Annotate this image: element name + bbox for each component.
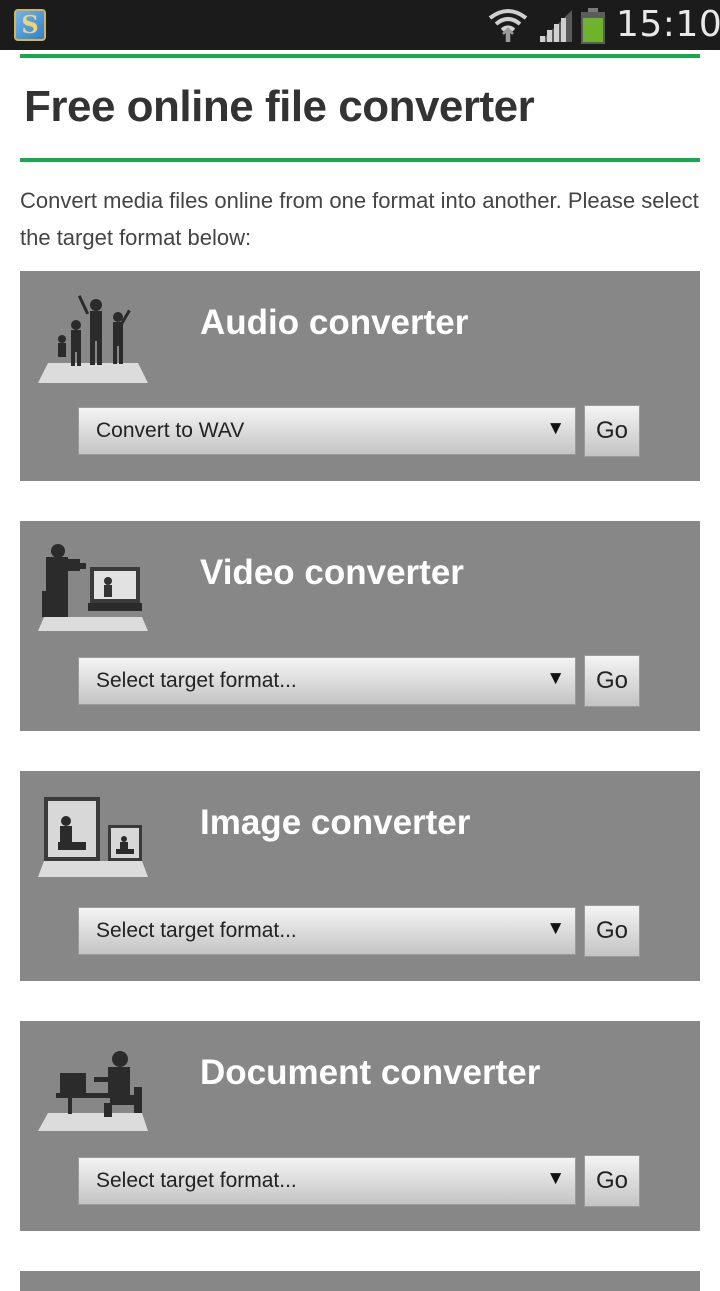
picture-frame-icon xyxy=(38,797,148,877)
status-clock: 15:10 xyxy=(616,4,720,45)
image-format-selected: Select target format... xyxy=(96,919,297,942)
video-converter-card: Video converter Select target format... … xyxy=(20,521,700,731)
image-go-button[interactable]: Go xyxy=(584,905,640,957)
dancers-icon xyxy=(38,295,148,383)
dropdown-arrow-icon: ▼ xyxy=(546,918,565,939)
header-top-rule xyxy=(20,54,700,58)
image-converter-card: Image converter Select target format... … xyxy=(20,771,700,981)
audio-format-select[interactable]: Convert to WAV ▼ xyxy=(78,407,576,455)
document-converter-card: Document converter Select target format.… xyxy=(20,1021,700,1231)
document-go-button[interactable]: Go xyxy=(584,1155,640,1207)
next-converter-card-partial xyxy=(20,1271,700,1291)
intro-text: Convert media files online from one form… xyxy=(20,188,699,250)
video-format-selected: Select target format... xyxy=(96,669,297,692)
wifi-icon xyxy=(488,9,528,42)
status-bar: S 15:10 xyxy=(0,0,720,50)
header-bottom-rule xyxy=(20,158,700,162)
video-format-select[interactable]: Select target format... ▼ xyxy=(78,657,576,705)
dropdown-arrow-icon: ▼ xyxy=(546,418,565,439)
document-converter-title: Document converter xyxy=(200,1053,541,1092)
app-notification-icon: S xyxy=(14,9,46,41)
page-title: Free online file converter xyxy=(24,82,535,131)
audio-converter-card: Audio converter Convert to WAV ▼ Go xyxy=(20,271,700,481)
dropdown-arrow-icon: ▼ xyxy=(546,1168,565,1189)
image-converter-title: Image converter xyxy=(200,803,471,842)
battery-icon xyxy=(581,8,605,44)
video-go-button[interactable]: Go xyxy=(584,655,640,707)
audio-go-button[interactable]: Go xyxy=(584,405,640,457)
document-format-selected: Select target format... xyxy=(96,1169,297,1192)
desk-worker-icon xyxy=(38,1051,148,1131)
video-converter-title: Video converter xyxy=(200,553,464,592)
dropdown-arrow-icon: ▼ xyxy=(546,668,565,689)
audio-format-selected: Convert to WAV xyxy=(96,419,245,442)
audio-converter-title: Audio converter xyxy=(200,303,469,342)
cameraman-icon xyxy=(38,544,148,631)
signal-icon xyxy=(540,10,572,42)
image-format-select[interactable]: Select target format... ▼ xyxy=(78,907,576,955)
document-format-select[interactable]: Select target format... ▼ xyxy=(78,1157,576,1205)
